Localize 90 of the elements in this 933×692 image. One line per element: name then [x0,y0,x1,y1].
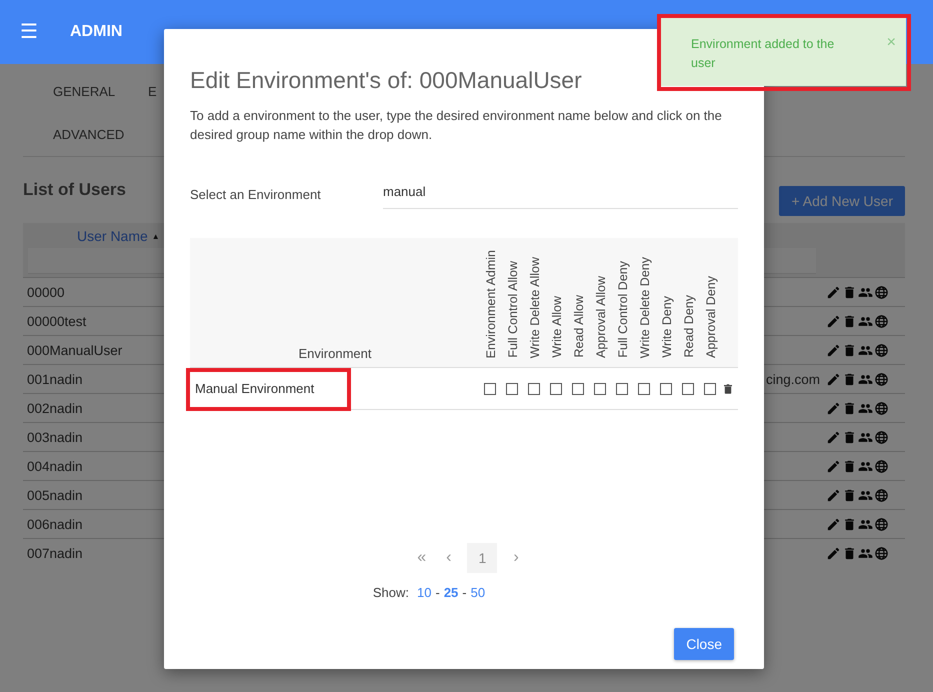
checkbox[interactable] [484,382,496,394]
section-title: List of Users [23,180,126,200]
app-title: ADMIN [70,23,122,41]
globe-icon[interactable] [874,488,889,502]
pencil-icon[interactable] [826,400,841,416]
table-cell: 006nadin [27,516,83,532]
previous-page-button[interactable]: ‹ [442,549,456,567]
checkbox[interactable] [616,382,628,394]
column-header: Environment Admin [483,250,499,358]
column-header: Write Delete Deny [637,256,653,358]
pencil-icon[interactable] [826,284,841,300]
column-header: Full Control Allow [505,261,521,358]
globe-icon[interactable] [874,546,889,560]
page-button[interactable]: 1 [467,543,498,573]
table-cell: 00000 [27,284,65,300]
globe-icon[interactable] [874,430,889,444]
page-size-link[interactable]: 10 [417,585,432,600]
column-header: Read Deny [681,295,697,358]
separator: - [462,585,467,600]
column-header: Read Allow [571,295,587,358]
menu-icon[interactable]: ☰ [20,22,38,42]
page-size-link[interactable]: 50 [470,585,486,600]
pencil-icon[interactable] [826,314,841,328]
sort-icon[interactable]: ▲ [152,232,160,240]
globe-icon[interactable] [874,314,889,328]
column-header: Approval Allow [593,276,609,358]
pencil-icon[interactable] [826,430,841,444]
pencil-icon[interactable] [826,458,841,474]
pencil-icon[interactable] [826,342,841,358]
trash-icon[interactable] [842,488,857,502]
dialog-title: Edit Environment's of: 000ManualUser [190,67,583,94]
field-label: Select an Environment [190,187,322,202]
add-user-button[interactable]: + Add New User [779,186,905,216]
pencil-icon[interactable] [826,516,841,532]
trash-icon[interactable] [724,384,732,394]
pencil-icon[interactable] [826,488,841,502]
column-header: Write Allow [549,296,565,358]
column-header: Environment [298,345,372,363]
page-size-link[interactable]: 25 [444,585,458,600]
trash-icon[interactable] [842,430,857,444]
checkbox[interactable] [550,382,562,394]
trash-icon[interactable] [842,372,857,386]
globe-icon[interactable] [874,400,889,416]
pencil-icon[interactable] [826,546,841,560]
table-cell-text: Manual Environment [194,381,316,396]
trash-icon[interactable] [842,284,857,300]
globe-icon[interactable] [874,516,889,532]
column-header: Write Deny [659,296,675,358]
trash-icon[interactable] [842,342,857,358]
column-header[interactable]: User Name [77,228,148,244]
table-cell: 003nadin [27,430,83,444]
table-cell: 002nadin [27,400,83,416]
table-cell: cing.com [766,372,820,386]
globe-icon[interactable] [874,284,889,300]
table-cell: 00000test [27,314,86,328]
table-cell: 001nadin [27,372,83,386]
globe-icon[interactable] [874,342,889,358]
checkbox[interactable] [682,382,694,394]
column-header: Write Delete Allow [527,256,543,358]
trash-icon[interactable] [842,516,857,532]
close-button[interactable]: Close [674,628,734,660]
table-cell: 000ManualUser [27,342,122,358]
tab[interactable]: ADVANCED [53,127,124,142]
next-page-button[interactable]: › [509,549,523,567]
checkbox[interactable] [572,382,584,394]
separator: - [435,585,440,600]
checkbox[interactable] [506,382,518,394]
dialog-description: To add a environment to the user, type the desired environment name below and click on the desired group name within the drop down. [190,107,723,144]
checkbox[interactable] [704,382,716,394]
table-cell: 004nadin [27,458,83,474]
table-cell: 005nadin [27,488,83,502]
checkbox[interactable] [594,382,606,394]
checkbox[interactable] [638,382,650,394]
checkbox[interactable] [660,382,672,394]
first-page-button[interactable]: « [413,549,430,567]
globe-icon[interactable] [874,458,889,474]
tab[interactable]: GENERAL [53,84,116,99]
trash-icon[interactable] [842,314,857,328]
globe-icon[interactable] [874,372,889,386]
checkbox[interactable] [528,382,540,394]
column-header: Full Control Deny [615,261,631,358]
column-header: Approval Deny [703,276,719,358]
page-size-label: Show: [372,585,410,600]
table-cell: 007nadin [27,546,83,560]
tab[interactable]: E [148,84,157,99]
trash-icon[interactable] [842,458,857,474]
trash-icon[interactable] [842,400,857,416]
pencil-icon[interactable] [826,372,841,386]
trash-icon[interactable] [842,546,857,560]
toast-message: Environment added to the user [691,36,836,72]
